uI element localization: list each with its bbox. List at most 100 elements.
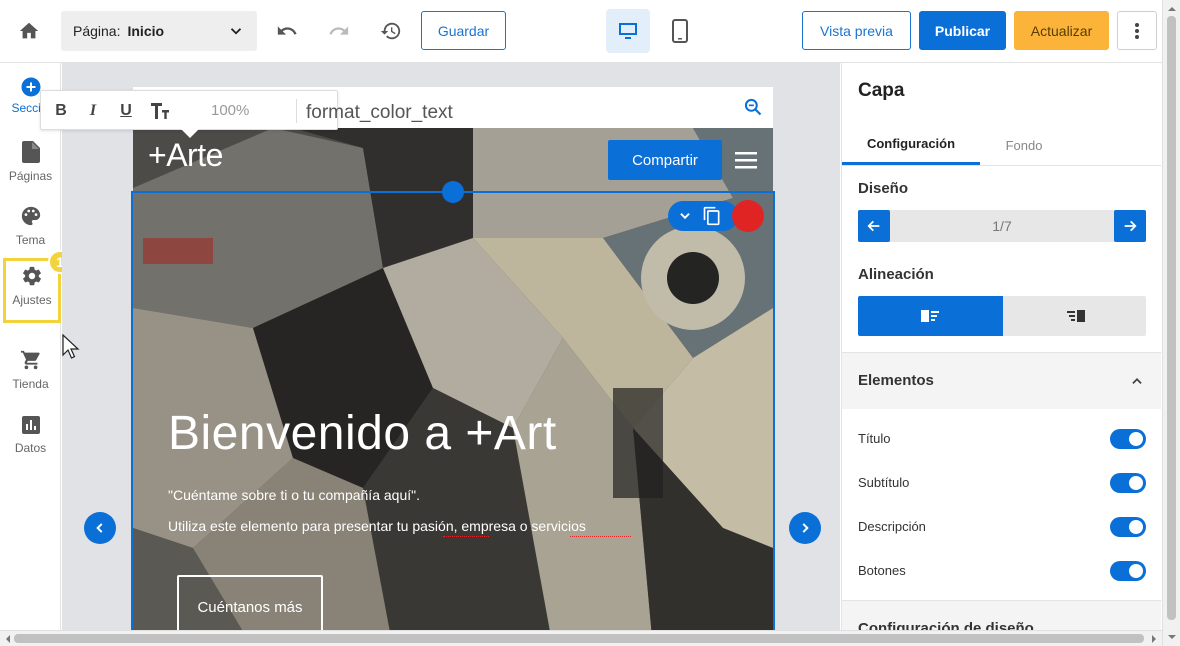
sidebar-item-data[interactable]: Datos bbox=[0, 407, 61, 469]
align-left-icon bbox=[920, 310, 939, 322]
align-right-icon bbox=[1066, 310, 1085, 322]
text-fields-icon bbox=[151, 103, 169, 119]
alignment-label: Alineación bbox=[858, 266, 934, 283]
design-prev-button[interactable] bbox=[858, 210, 890, 242]
cart-icon bbox=[20, 350, 40, 370]
design-stepper: 1/7 bbox=[858, 210, 1146, 242]
more-options-button[interactable] bbox=[1117, 11, 1157, 50]
chart-icon bbox=[21, 416, 40, 434]
section-drag-handle[interactable] bbox=[442, 181, 464, 203]
save-button[interactable]: Guardar bbox=[421, 11, 506, 50]
page-icon bbox=[21, 141, 40, 163]
arrow-right-icon bbox=[1124, 220, 1137, 232]
history-icon bbox=[380, 22, 401, 40]
underline-button[interactable]: U bbox=[114, 99, 138, 123]
element-title-label: Título bbox=[858, 431, 891, 446]
update-button[interactable]: Actualizar bbox=[1014, 11, 1109, 50]
panel-title: Capa bbox=[858, 80, 905, 101]
hero-description[interactable]: Utiliza este elemento para presentar tu … bbox=[168, 518, 586, 534]
hamburger-icon bbox=[735, 152, 757, 169]
design-counter: 1/7 bbox=[992, 218, 1012, 234]
hero-subtitle[interactable]: "Cuéntame sobre ti o tu compañía aquí". bbox=[168, 487, 420, 503]
sidebar-item-pages[interactable]: Páginas bbox=[0, 135, 61, 197]
publish-button[interactable]: Publicar bbox=[919, 11, 1006, 50]
element-buttons-toggle[interactable] bbox=[1110, 561, 1146, 581]
chevron-left-icon bbox=[96, 523, 103, 533]
duplicate-icon bbox=[703, 206, 720, 226]
delete-section-button[interactable] bbox=[732, 200, 764, 232]
horizontal-scrollbar-thumb[interactable] bbox=[14, 634, 1144, 643]
tab-configuracion[interactable]: Configuración bbox=[842, 125, 980, 165]
tab-fondo[interactable]: Fondo bbox=[980, 125, 1068, 165]
italic-button[interactable]: I bbox=[81, 99, 105, 123]
toolbar-caret bbox=[181, 129, 199, 138]
format-color-text-icon[interactable]: format_color_text bbox=[306, 102, 534, 124]
editor-canvas: +Arte Compartir Bienvenido a +Art "Cuént… bbox=[62, 63, 840, 630]
element-subtitle-label: Subtítulo bbox=[858, 475, 910, 490]
vertical-scrollbar-thumb[interactable] bbox=[1167, 16, 1176, 620]
elements-label: Elementos bbox=[858, 372, 934, 389]
undo-button[interactable] bbox=[274, 18, 300, 44]
desktop-view-button[interactable] bbox=[606, 9, 650, 53]
zoom-search-button[interactable] bbox=[741, 95, 765, 119]
bold-button[interactable]: B bbox=[49, 99, 73, 123]
spellcheck-underline bbox=[443, 536, 489, 537]
gear-icon bbox=[23, 266, 41, 286]
element-description-label: Descripción bbox=[858, 519, 926, 534]
undo-icon bbox=[277, 26, 297, 35]
layer-settings-panel: Capa Configuración Fondo Diseño 1/7 Alin… bbox=[841, 63, 1161, 630]
mouse-cursor bbox=[62, 333, 80, 365]
horizontal-scrollbar[interactable] bbox=[0, 630, 1162, 646]
page-select[interactable]: Página: Inicio bbox=[61, 11, 257, 51]
redo-button[interactable] bbox=[326, 18, 352, 44]
section-controls bbox=[668, 200, 768, 232]
sidebar-item-label: Tema bbox=[15, 233, 46, 247]
scroll-down-icon bbox=[1168, 635, 1176, 639]
scroll-left-icon bbox=[6, 635, 10, 643]
top-toolbar: Página: Inicio Guardar Vista previa Publ… bbox=[0, 0, 1164, 63]
element-title-toggle[interactable] bbox=[1110, 429, 1146, 449]
element-subtitle-toggle[interactable] bbox=[1110, 473, 1146, 493]
chevron-right-icon bbox=[802, 523, 809, 533]
sidebar-item-label: Datos bbox=[14, 441, 47, 455]
sidebar-item-label: Páginas bbox=[8, 169, 53, 183]
sidebar-item-label: Ajustes bbox=[12, 293, 52, 307]
section-collapse-button[interactable] bbox=[668, 201, 738, 231]
sidebar-item-label: Tienda bbox=[12, 377, 49, 391]
sidebar-item-store[interactable]: Tienda bbox=[0, 343, 61, 405]
spellcheck-underline bbox=[570, 536, 631, 537]
hero-title[interactable]: Bienvenido a +Art bbox=[168, 406, 557, 461]
chevron-down-icon bbox=[230, 28, 242, 35]
cursor-arrow-icon bbox=[62, 333, 80, 359]
menu-button[interactable] bbox=[733, 147, 759, 173]
slider-prev-button[interactable] bbox=[84, 512, 116, 544]
palette-icon bbox=[21, 206, 40, 226]
more-vert-icon bbox=[1135, 22, 1139, 39]
element-description-toggle[interactable] bbox=[1110, 517, 1146, 537]
toolbar-divider bbox=[296, 99, 297, 123]
hero-cta-button[interactable]: Cuéntanos más bbox=[177, 575, 323, 630]
design-config-label: Configuración de diseño bbox=[858, 620, 1034, 630]
left-sidebar: Secciones Páginas Tema Ajustes 1 Tienda … bbox=[0, 63, 72, 633]
scroll-right-icon bbox=[1152, 635, 1156, 643]
home-button[interactable] bbox=[16, 18, 42, 44]
redo-icon bbox=[329, 26, 349, 35]
element-buttons-label: Botones bbox=[858, 563, 906, 578]
site-logo[interactable]: +Arte bbox=[148, 137, 223, 174]
vertical-scrollbar[interactable] bbox=[1162, 0, 1180, 646]
preview-button[interactable]: Vista previa bbox=[802, 11, 911, 50]
elements-header[interactable]: Elementos bbox=[842, 353, 1161, 409]
chevron-up-icon bbox=[1132, 378, 1142, 384]
mobile-view-button[interactable] bbox=[666, 14, 694, 48]
align-right-button[interactable] bbox=[1003, 296, 1146, 336]
share-button[interactable]: Compartir bbox=[608, 140, 722, 180]
history-button[interactable] bbox=[378, 18, 404, 44]
design-next-button[interactable] bbox=[1114, 210, 1146, 242]
home-icon bbox=[19, 22, 39, 39]
slider-next-button[interactable] bbox=[789, 512, 821, 544]
design-config-header[interactable]: Configuración de diseño bbox=[842, 601, 1161, 630]
text-size-value: 100% bbox=[211, 102, 250, 119]
align-left-button[interactable] bbox=[858, 296, 1003, 336]
zoom-in-icon bbox=[744, 98, 762, 116]
text-size-button[interactable] bbox=[147, 99, 173, 123]
